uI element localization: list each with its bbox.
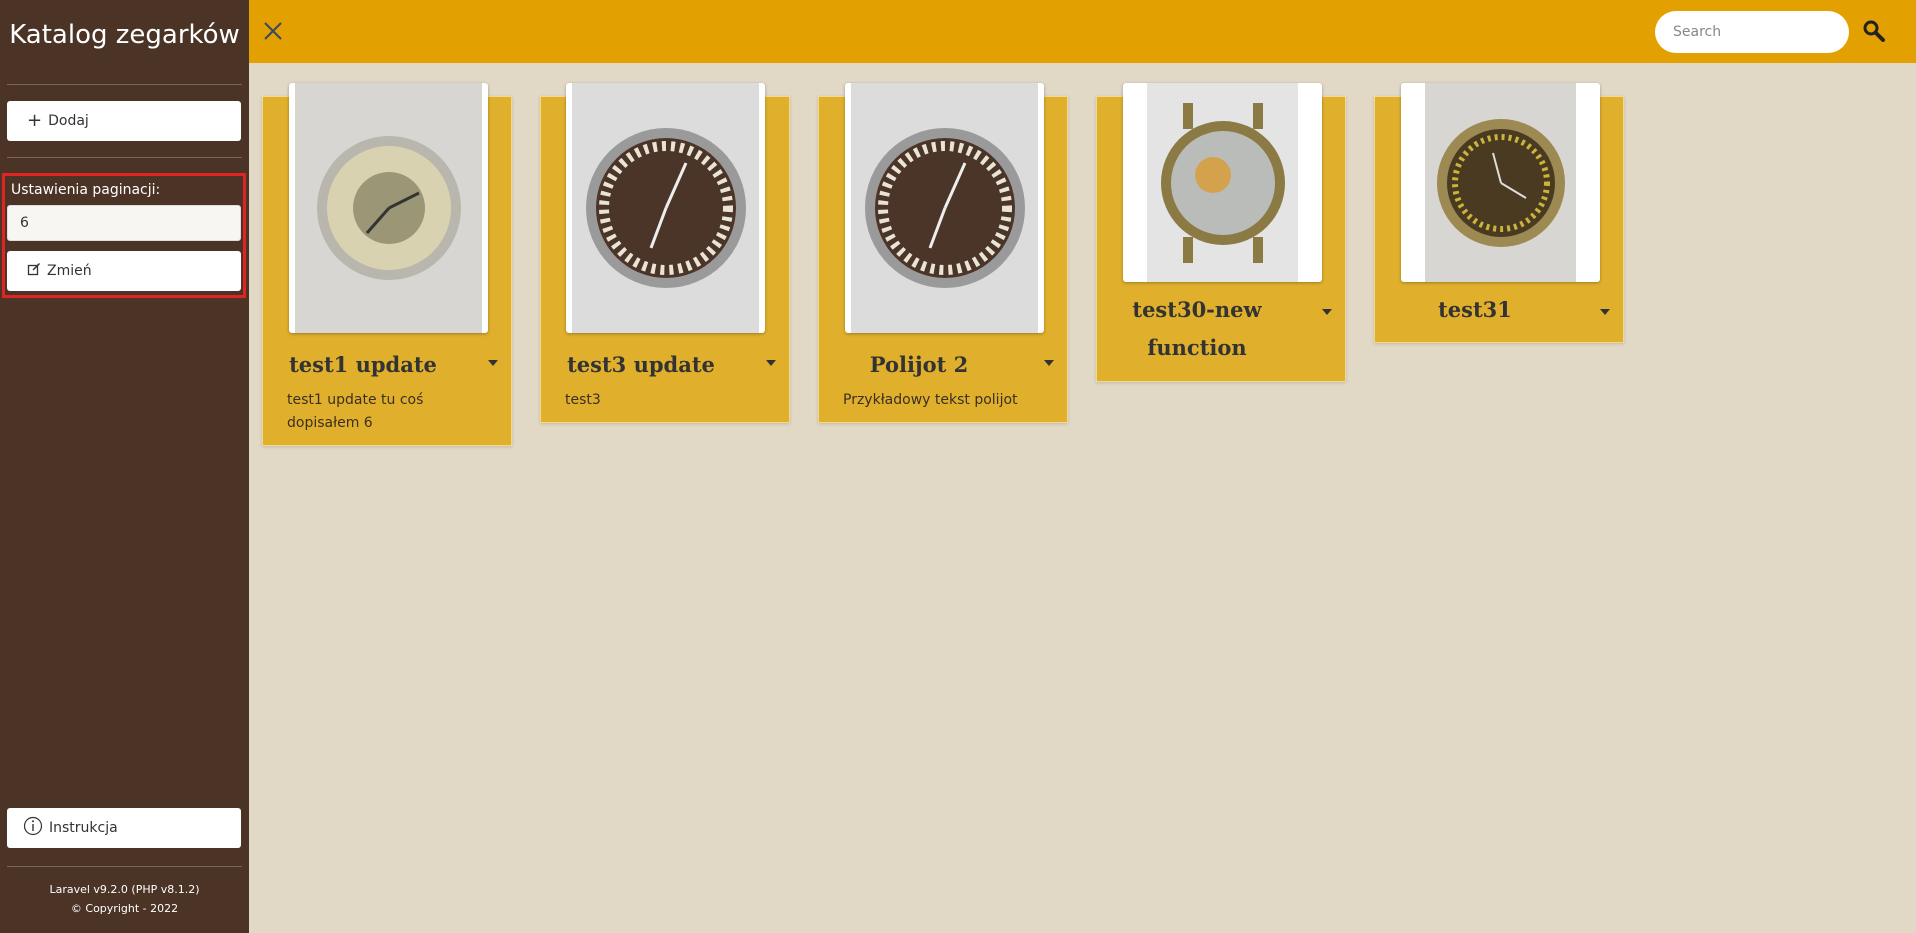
search-placeholder: Search — [1673, 24, 1722, 40]
watch-title: test31 — [1438, 297, 1512, 322]
chevron-down-icon[interactable] — [1322, 309, 1332, 315]
change-button-label: Zmień — [47, 263, 92, 279]
watch-title: Polijot 2 — [869, 352, 969, 377]
watch-image[interactable] — [1401, 83, 1600, 282]
sidebar: Katalog zegarków + Dodaj Ustawienia pagi… — [0, 0, 249, 933]
change-button[interactable]: Zmień — [7, 251, 241, 291]
divider — [7, 866, 242, 867]
info-icon — [23, 816, 43, 840]
watch-card[interactable]: Polijot 2 Przykładowy tekst polijot — [818, 83, 1068, 423]
search-input[interactable]: Search — [1655, 11, 1849, 53]
watch-image[interactable] — [1123, 83, 1322, 282]
pagination-input[interactable]: 6 — [7, 205, 241, 241]
watch-description: test1 update tu coś dopisałem 6 — [287, 392, 424, 431]
watch-title: test1 update — [289, 352, 437, 377]
divider — [7, 157, 242, 158]
top-bar: Search — [249, 0, 1916, 63]
watch-description: Przykładowy tekst polijot — [843, 392, 1018, 408]
watch-card[interactable]: test3 update test3 — [540, 83, 790, 423]
footer-copyright: © Copyright - 2022 — [70, 902, 179, 915]
edit-icon — [27, 262, 41, 280]
watch-card[interactable]: test1 update test1 update tu coś dopisał… — [262, 83, 512, 446]
pagination-value: 6 — [20, 215, 29, 231]
footer: Laravel v9.2.0 (PHP v8.1.2) © Copyright … — [0, 880, 249, 918]
footer-version: Laravel v9.2.0 (PHP v8.1.2) — [49, 883, 200, 896]
add-button-label: Dodaj — [48, 113, 89, 129]
chevron-down-icon[interactable] — [1600, 309, 1610, 315]
watch-title: test3 update — [567, 352, 715, 377]
watch-description: test3 — [565, 392, 601, 408]
watch-card[interactable]: test31 — [1374, 83, 1624, 343]
watch-title: test30-new function — [1132, 297, 1262, 360]
chevron-down-icon[interactable] — [766, 360, 776, 366]
chevron-down-icon[interactable] — [488, 360, 498, 366]
add-button[interactable]: + Dodaj — [7, 101, 241, 141]
divider — [7, 84, 242, 85]
brand-title: Katalog zegarków — [9, 20, 240, 50]
watch-image[interactable] — [566, 83, 765, 333]
chevron-down-icon[interactable] — [1044, 360, 1054, 366]
instructions-button[interactable]: Instrukcja — [7, 808, 241, 848]
search-icon[interactable] — [1861, 18, 1887, 44]
watch-image[interactable] — [289, 83, 488, 333]
watch-card[interactable]: test30-new function — [1096, 83, 1346, 382]
watch-image[interactable] — [845, 83, 1044, 333]
pagination-label: Ustawienia paginacji: — [11, 182, 161, 198]
close-icon[interactable] — [260, 18, 286, 44]
plus-icon: + — [27, 110, 43, 131]
instructions-button-label: Instrukcja — [49, 820, 118, 836]
